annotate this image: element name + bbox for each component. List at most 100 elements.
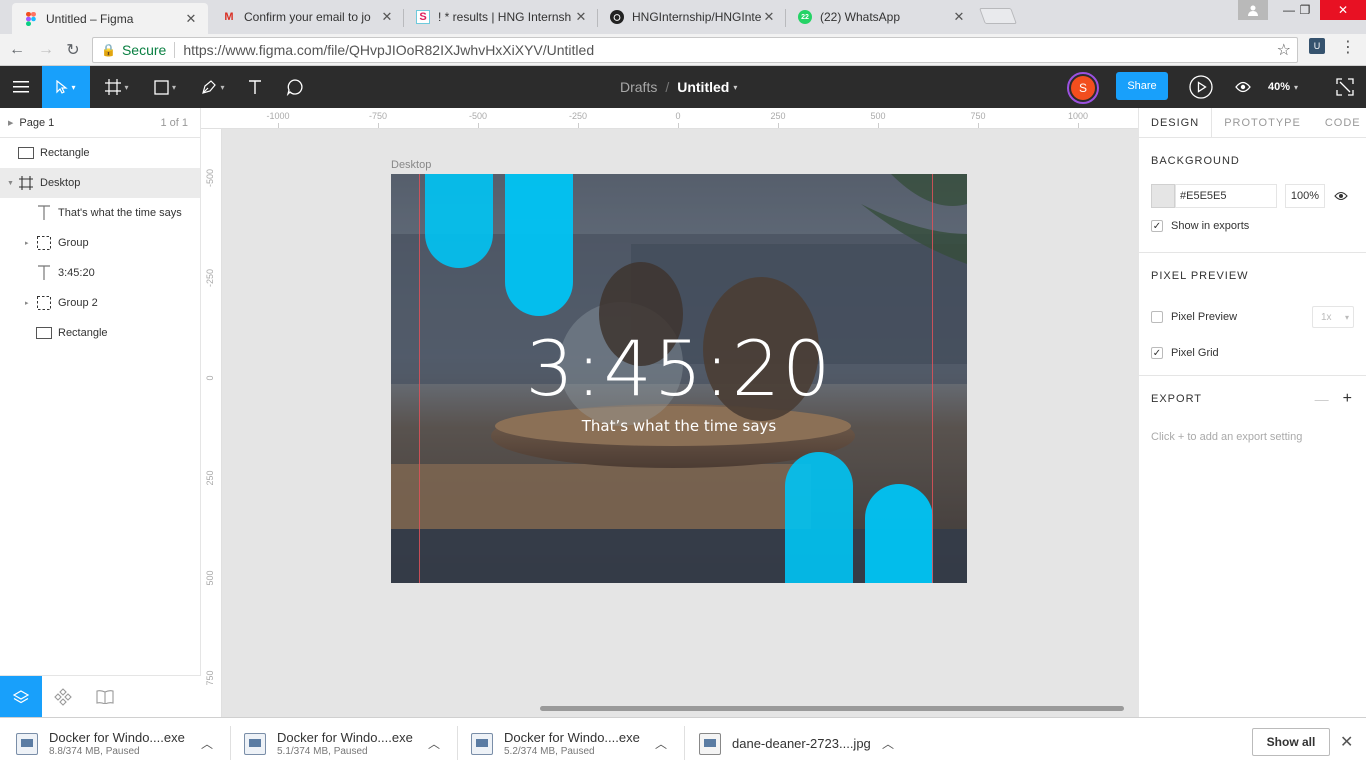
show-in-exports-row[interactable]: ✓ Show in exports <box>1151 216 1354 236</box>
new-tab-button[interactable] <box>979 8 1017 24</box>
canvas[interactable]: Desktop 3:45:20 That’s what the time say… <box>222 129 1138 717</box>
checkbox-unchecked-icon[interactable] <box>1151 311 1163 323</box>
plus-icon[interactable]: + <box>1343 390 1352 408</box>
chevron-down-icon: ▾ <box>1294 82 1299 92</box>
reload-icon[interactable]: ↻ <box>62 39 84 61</box>
pen-tool-button[interactable]: ▾ <box>192 66 234 108</box>
user-profile-icon[interactable] <box>1238 0 1268 20</box>
tagline-text[interactable]: That’s what the time says <box>391 417 967 435</box>
download-item[interactable]: Docker for Windo....exe 5.2/374 MB, Paus… <box>455 718 681 768</box>
zoom-dropdown[interactable]: 40% ▾ <box>1268 66 1298 108</box>
download-name: Docker for Windo....exe <box>49 730 185 745</box>
close-window-icon[interactable]: ✕ <box>1320 0 1366 20</box>
opacity-input[interactable]: 100% <box>1285 184 1325 208</box>
chevron-down-icon[interactable]: ▼ <box>7 180 14 187</box>
horizontal-scrollbar[interactable] <box>540 706 1124 711</box>
checkbox-checked-icon[interactable]: ✓ <box>1151 220 1163 232</box>
close-tab-icon[interactable]: ✕ <box>574 9 588 25</box>
accent-pill-4 <box>865 484 933 583</box>
team-library-tab-button[interactable] <box>84 676 126 718</box>
close-tab-icon[interactable]: ✕ <box>184 11 198 27</box>
tab-gmail[interactable]: M Confirm your email to jo ✕ <box>210 3 404 31</box>
ruler-tick <box>978 123 979 128</box>
page-selector[interactable]: ▶ Page 1 1 of 1 <box>0 108 200 138</box>
tab-code[interactable]: CODE <box>1313 108 1366 138</box>
pixel-grid-row[interactable]: ✓ Pixel Grid <box>1151 335 1354 371</box>
extension-icon[interactable]: U <box>1309 38 1325 54</box>
close-tab-icon[interactable]: ✕ <box>380 9 394 25</box>
download-name: Docker for Windo....exe <box>504 730 640 745</box>
tab-github[interactable]: HNGInternship/HNGInte ✕ <box>598 3 786 31</box>
desktop-frame[interactable]: 3:45:20 That’s what the time says <box>391 174 967 583</box>
text-tool-button[interactable] <box>240 66 270 108</box>
back-arrow-icon[interactable]: ← <box>6 39 28 61</box>
move-tool-button[interactable]: ▾ <box>42 66 90 108</box>
close-tab-icon[interactable]: ✕ <box>952 9 966 25</box>
layer-item[interactable]: 3:45:20 <box>0 258 200 288</box>
hex-color-input[interactable]: #E5E5E5 <box>1175 184 1277 208</box>
show-all-button[interactable]: Show all <box>1252 728 1330 756</box>
file-name[interactable]: Untitled <box>677 79 729 95</box>
close-tab-icon[interactable]: ✕ <box>762 9 776 25</box>
download-item[interactable]: dane-deaner-2723....jpg ︿ <box>683 718 909 768</box>
checkbox-checked-icon[interactable]: ✓ <box>1151 347 1163 359</box>
gmail-icon: M <box>224 11 234 23</box>
scale-select[interactable]: 1x ▾ <box>1312 306 1354 328</box>
eye-icon[interactable] <box>1333 188 1349 204</box>
ruler-tick <box>678 123 679 128</box>
tab-title: (22) WhatsApp <box>820 10 901 24</box>
chevron-right-icon[interactable]: ▸ <box>25 299 29 307</box>
color-swatch[interactable] <box>1151 184 1175 208</box>
browser-menu-icon[interactable]: ⋮ <box>1340 38 1356 58</box>
main-menu-icon[interactable] <box>0 66 42 108</box>
layer-item[interactable]: That's what the time says <box>0 198 200 228</box>
maximize-icon[interactable]: ❐ <box>1290 0 1320 20</box>
tab-design[interactable]: DESIGN <box>1139 108 1213 138</box>
layers-tab-button[interactable] <box>0 676 42 718</box>
breadcrumb-drafts[interactable]: Drafts <box>620 79 657 95</box>
tab-slack[interactable]: S ! * results | HNG Internsh ✕ <box>404 3 598 31</box>
chevron-down-icon[interactable]: ▾ <box>733 83 737 92</box>
avatar[interactable]: S <box>1067 72 1099 104</box>
play-icon <box>1189 75 1213 99</box>
download-item[interactable]: Docker for Windo....exe 8.8/374 MB, Paus… <box>0 718 226 768</box>
fit-screen-button[interactable] <box>1330 66 1360 108</box>
download-item[interactable]: Docker for Windo....exe 5.1/374 MB, Paus… <box>228 718 454 768</box>
accent-pill-3 <box>785 452 853 583</box>
present-button[interactable] <box>1186 66 1216 108</box>
comment-tool-button[interactable] <box>280 66 310 108</box>
address-bar: ← → ↻ 🔒 Secure https://www.figma.com/fil… <box>0 34 1366 66</box>
components-tab-button[interactable] <box>42 676 84 718</box>
layer-item[interactable]: ▸ Group 2 <box>0 288 200 318</box>
shape-tool-button[interactable]: ▾ <box>144 66 186 108</box>
chevron-up-icon[interactable]: ︿ <box>882 735 894 752</box>
url-field[interactable]: 🔒 Secure https://www.figma.com/file/QHvp… <box>92 37 1298 63</box>
layer-item[interactable]: Rectangle <box>0 138 200 168</box>
chevron-right-icon[interactable]: ▸ <box>25 239 29 247</box>
tab-prototype[interactable]: PROTOTYPE <box>1212 108 1313 138</box>
tab-whatsapp[interactable]: 22 (22) WhatsApp ✕ <box>786 3 976 31</box>
checkbox-label: Pixel Preview <box>1171 311 1238 323</box>
tab-figma[interactable]: Untitled – Figma ✕ <box>12 3 208 34</box>
chevron-up-icon[interactable]: ︿ <box>201 735 213 752</box>
layer-label: Rectangle <box>40 147 90 159</box>
layer-item[interactable]: ▼ Desktop <box>0 168 200 198</box>
chevron-up-icon[interactable]: ︿ <box>655 735 667 752</box>
bookmark-star-icon[interactable]: ☆ <box>1277 40 1291 60</box>
accent-pill-1 <box>425 174 493 268</box>
minus-icon[interactable]: — <box>1315 391 1329 407</box>
breadcrumb-separator: / <box>665 79 670 95</box>
clock-text[interactable]: 3:45:20 <box>391 324 967 413</box>
close-icon[interactable]: ✕ <box>1340 732 1353 752</box>
layer-item[interactable]: ▸ Group <box>0 228 200 258</box>
share-button[interactable]: Share <box>1116 72 1168 100</box>
view-settings-button[interactable] <box>1230 66 1256 108</box>
ruler-label: 750 <box>205 670 215 686</box>
chevron-up-icon[interactable]: ︿ <box>428 735 440 752</box>
forward-arrow-icon[interactable]: → <box>35 39 57 61</box>
frame-tool-button[interactable]: ▾ <box>96 66 138 108</box>
pixel-preview-row[interactable]: Pixel Preview 1x ▾ <box>1151 299 1354 335</box>
frame-label[interactable]: Desktop <box>391 159 431 171</box>
ruler-tick <box>878 123 879 128</box>
layer-item[interactable]: Rectangle <box>0 318 200 348</box>
